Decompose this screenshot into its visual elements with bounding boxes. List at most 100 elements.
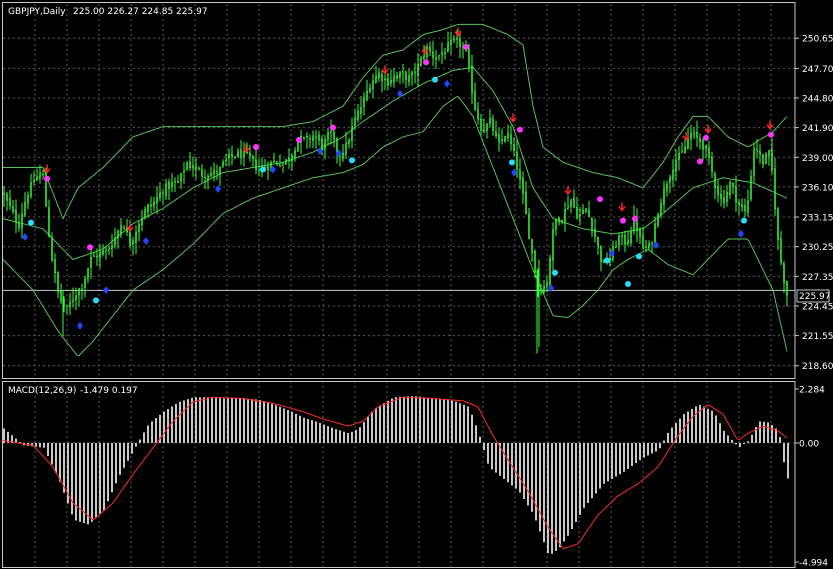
macd-bar [491, 442, 493, 470]
macd-bar [715, 415, 717, 443]
cyan-dot [741, 217, 747, 224]
macd-bar [75, 442, 77, 521]
macd-bar [363, 422, 365, 443]
macd-bar [639, 442, 641, 461]
macd-bar [691, 408, 693, 443]
macd-bar [131, 442, 133, 454]
macd-bar [235, 398, 237, 443]
price-tick-label: 224.45 [802, 302, 833, 312]
macd-bar [723, 430, 725, 443]
macd-bar [259, 399, 261, 443]
macd-bar [199, 397, 201, 443]
chart-background [0, 0, 833, 569]
macd-bar [183, 400, 185, 443]
macd-bar [599, 442, 601, 489]
macd-bar [663, 440, 665, 443]
macd-bar [415, 396, 417, 443]
macd-bar [339, 430, 341, 443]
cyan-dot [509, 159, 515, 166]
macd-bar [475, 425, 477, 443]
macd-bar [763, 421, 765, 443]
macd-bar [263, 401, 265, 443]
macd-bar [207, 397, 209, 443]
magenta-dot [423, 59, 429, 66]
macd-bar [351, 431, 353, 443]
macd-bar [195, 397, 197, 443]
macd-values: -1.479 0.197 [80, 386, 138, 396]
cyan-dot [28, 219, 34, 226]
price-tick-label: 244.80 [802, 95, 833, 105]
chart-canvas: 250.65 247.70 244.80 241.90 239.00 236.10 233.… [0, 0, 833, 569]
magenta-dot [517, 126, 523, 133]
macd-bar [479, 436, 481, 443]
cyan-dot [636, 253, 642, 260]
price-tick-label: 247.70 [802, 65, 833, 75]
macd-bar [547, 442, 549, 554]
macd-bar [443, 399, 445, 443]
macd-bar [335, 429, 337, 443]
macd-bar [331, 427, 333, 443]
macd-bar [123, 442, 125, 468]
macd-bar [323, 424, 325, 443]
macd-bar [667, 432, 669, 443]
macd-bar [367, 416, 369, 443]
cyan-dot [260, 166, 266, 173]
symbol-label: GBPJPY,Daily [8, 7, 66, 17]
macd-bar [783, 442, 785, 463]
macd-bar [311, 420, 313, 443]
macd-bar [459, 403, 461, 443]
ohlc-label: 225.00 226.27 224.85 225.97 [73, 7, 208, 17]
macd-bar [427, 397, 429, 443]
macd-bar [535, 442, 537, 521]
macd-bar [567, 442, 569, 536]
macd-bar [447, 400, 449, 443]
macd-bar [495, 442, 497, 473]
macd-bar [555, 442, 557, 551]
macd-bar [507, 442, 509, 483]
price-tick-label: 227.35 [802, 273, 833, 283]
macd-bar [43, 442, 45, 448]
macd-bar [591, 442, 593, 499]
macd-bar [111, 442, 113, 493]
macd-bar [403, 396, 405, 443]
macd-bar [51, 442, 53, 465]
magenta-dot [620, 217, 626, 224]
macd-bar [647, 442, 649, 456]
macd-bar [727, 435, 729, 443]
macd-bar [531, 442, 533, 512]
macd-bar [391, 398, 393, 443]
macd-bar [519, 442, 521, 493]
macd-bar [695, 406, 697, 443]
macd-bar [343, 431, 345, 443]
magenta-dot [296, 136, 302, 143]
macd-bar [175, 403, 177, 443]
macd-bar [299, 415, 301, 443]
price-tick-label: 250.65 [802, 35, 833, 45]
macd-bar [291, 411, 293, 443]
price-tick-label: 236.10 [802, 183, 833, 193]
macd-bar [439, 399, 441, 443]
macd-bar [223, 398, 225, 443]
macd-bar [135, 442, 137, 447]
macd-bar [243, 398, 245, 443]
macd-bar [739, 442, 741, 448]
macd-bar [319, 422, 321, 443]
macd-bar [387, 400, 389, 443]
macd-title: MACD(12,26,9) [8, 386, 76, 396]
macd-bar [203, 397, 205, 443]
macd-bar [527, 442, 529, 506]
macd-bar [231, 398, 233, 443]
price-tick-label: 230.25 [802, 243, 833, 253]
macd-bar [55, 442, 57, 473]
macd-bar [95, 442, 97, 518]
price-tick-label: 233.15 [802, 214, 833, 224]
macd-bar [371, 411, 373, 443]
macd-bar [143, 432, 145, 443]
macd-bar [279, 406, 281, 443]
macd-bar [543, 442, 545, 543]
macd-bar [719, 423, 721, 443]
magenta-dot [330, 124, 336, 131]
macd-bar [575, 442, 577, 522]
macd-bar [651, 442, 653, 454]
macd-bar [379, 405, 381, 443]
